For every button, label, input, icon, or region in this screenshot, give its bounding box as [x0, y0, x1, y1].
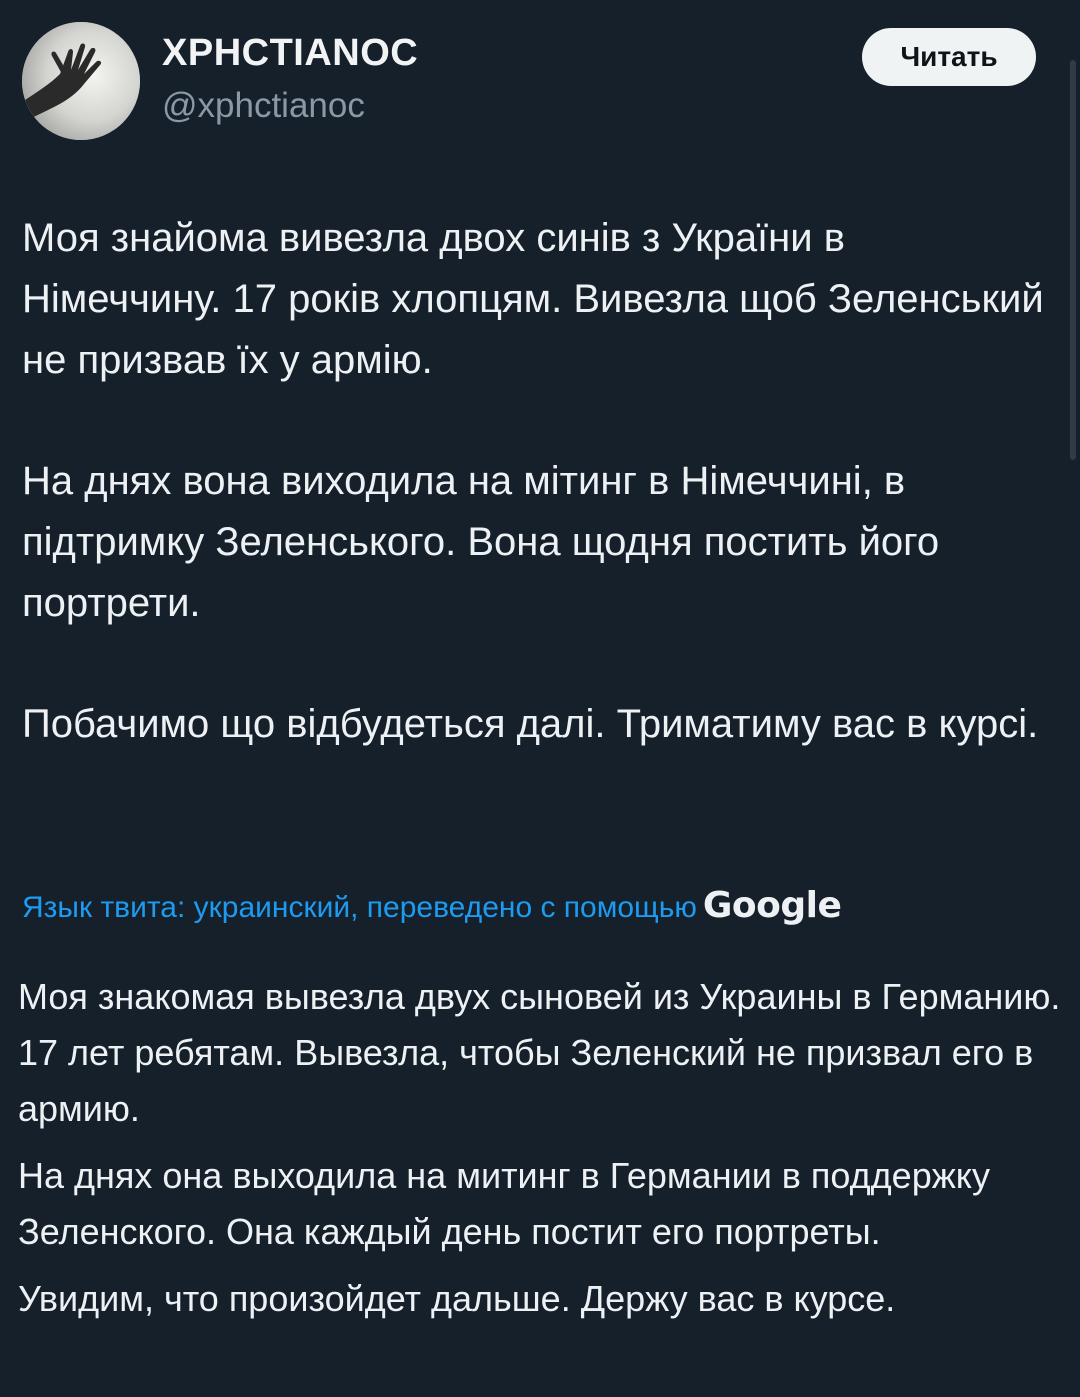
- tweet-paragraph: На днях вона виходила на мітинг в Німечч…: [22, 459, 940, 625]
- google-logo: Google: [702, 885, 842, 926]
- translated-paragraph: На днях она выходила на митинг в Германи…: [18, 1155, 990, 1252]
- translated-body: Моя знакомая вывезла двух сыновей из Укр…: [18, 969, 1068, 1338]
- hand-avatar-icon: [22, 22, 140, 140]
- author-avatar[interactable]: [22, 22, 140, 140]
- scrollbar[interactable]: [1070, 60, 1076, 460]
- translated-paragraph: Увидим, что произойдет дальше. Держу вас…: [18, 1278, 896, 1319]
- author-handle[interactable]: @xphctianoc: [162, 86, 365, 126]
- tweet-paragraph: Моя знайома вивезла двох синів з України…: [22, 216, 1044, 382]
- author-display-name[interactable]: ΧΡΗCΤΙΑΝΟC: [162, 32, 418, 75]
- tweet-paragraph: Побачимо що відбудеться далі. Триматиму …: [22, 702, 1039, 746]
- follow-button[interactable]: Читать: [862, 28, 1036, 86]
- translated-paragraph: Моя знакомая вывезла двух сыновей из Укр…: [18, 976, 1061, 1129]
- translation-note-label: Язык твита: украинский, переведено с пом…: [22, 891, 697, 924]
- tweet-body: Моя знайома вивезла двох синів з України…: [22, 208, 1052, 815]
- tweet-card: ΧΡΗCΤΙΑΝΟC @xphctianoc Читать Моя знайом…: [0, 0, 1080, 1397]
- translation-note[interactable]: Язык твита: украинский, переведено с пом…: [22, 884, 842, 930]
